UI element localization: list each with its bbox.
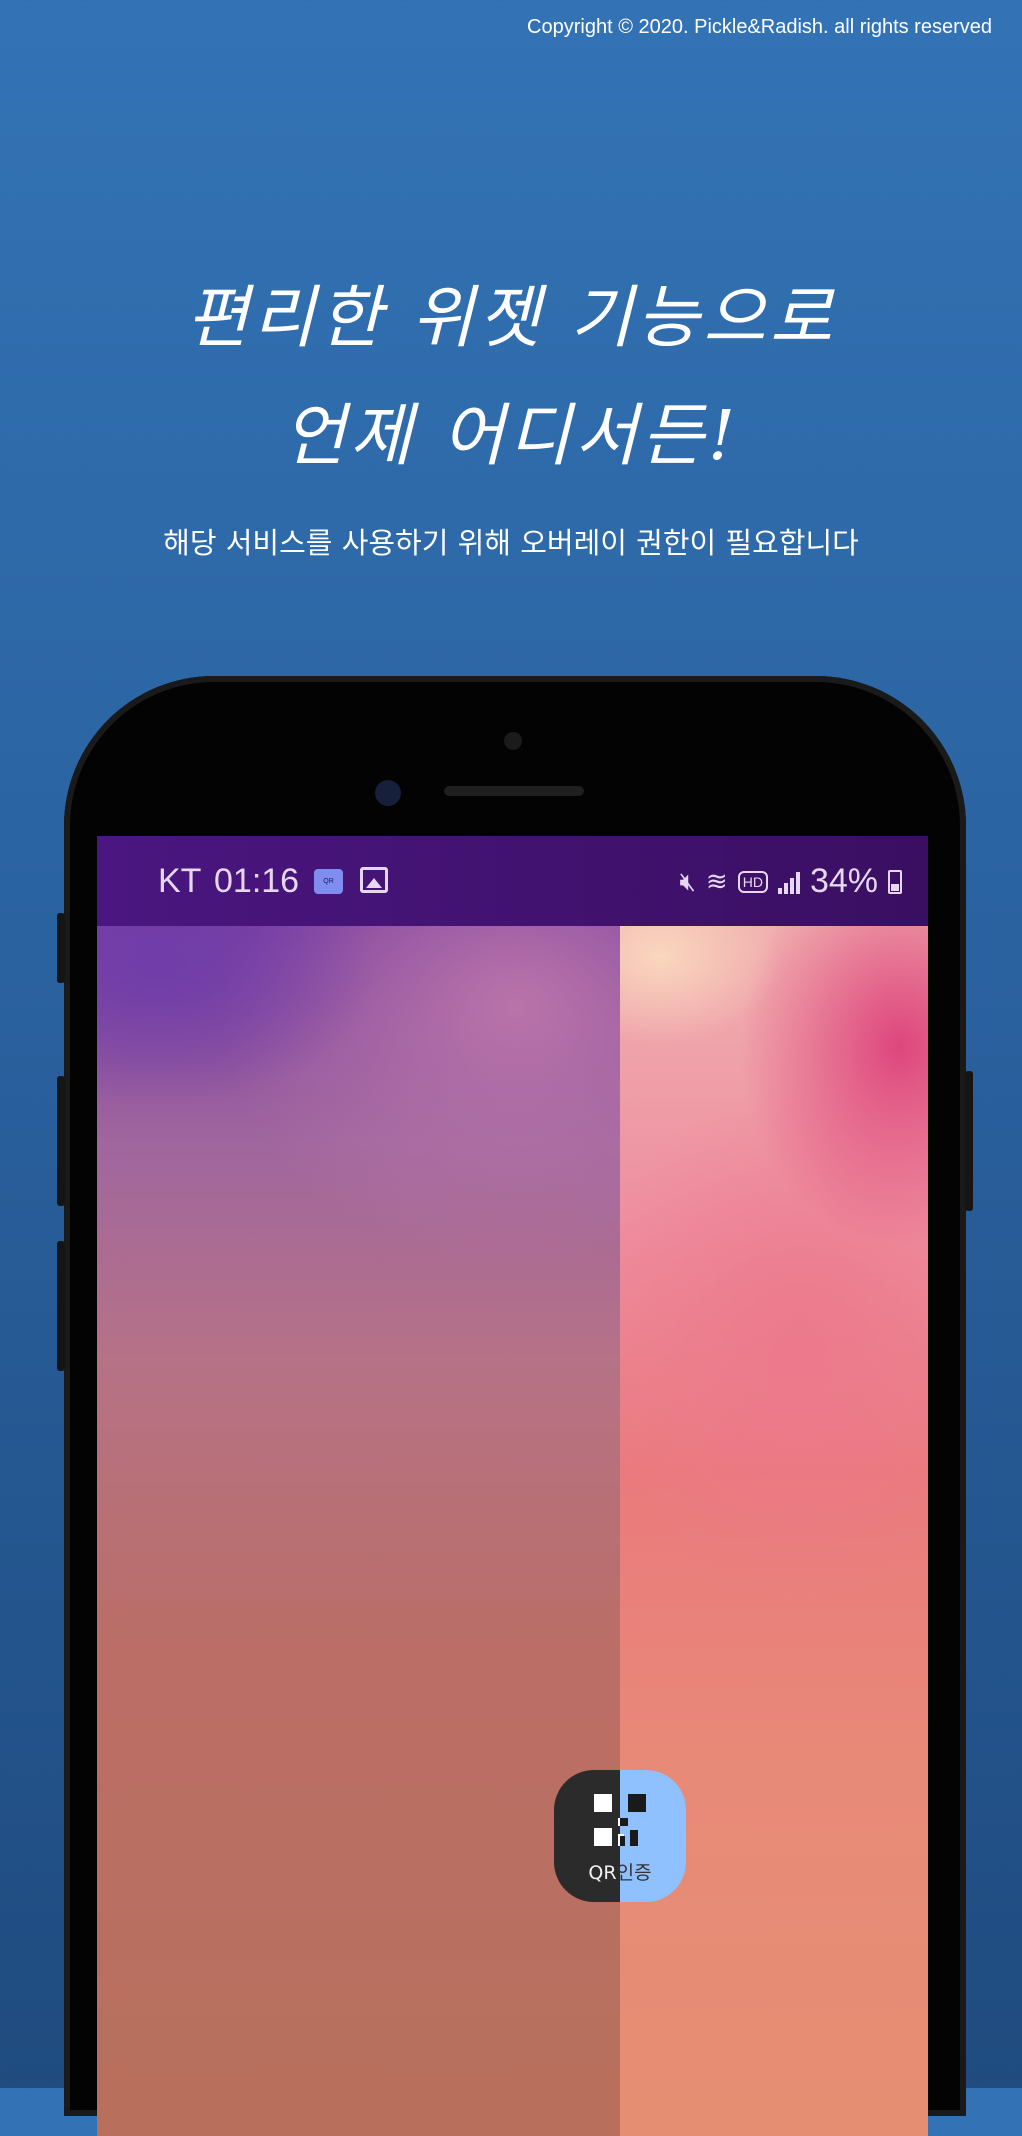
mute-icon: 🔇︎ — [679, 865, 696, 896]
qr-icon: QR — [314, 869, 343, 894]
headline: 편리한 위젯 기능으로 언제 어디서든! — [0, 260, 1022, 496]
status-bar: KT 01:16 QR 🔇︎ ≋ HD 34% — [97, 836, 928, 926]
wifi-icon: ≋ — [705, 866, 728, 896]
battery-level: 34% — [809, 862, 878, 900]
headline-line-2: 언제 어디서든! — [282, 397, 740, 476]
headline-line-1: 편리한 위젯 기능으로 — [185, 279, 837, 358]
phone-speaker — [444, 786, 584, 796]
copyright-text: Copyright © 2020. Pickle&Radish. all rig… — [527, 16, 992, 38]
phone-camera — [504, 732, 522, 750]
hd-icon: HD — [737, 870, 768, 893]
phone-side-button — [57, 913, 65, 983]
signal-icon — [777, 870, 800, 894]
qr-auth-widget[interactable]: QR인증 — [554, 1770, 686, 1902]
qr-code-icon-right — [620, 1794, 646, 1846]
widget-label-left: QR — [588, 1862, 617, 1884]
phone-volume-down-button — [57, 1241, 65, 1371]
phone-sensor — [375, 780, 401, 806]
widget-label: QR인증 — [554, 1858, 686, 1885]
widget-label-right: 인증 — [616, 1862, 652, 1884]
clock: 01:16 — [214, 862, 300, 900]
battery-icon — [888, 869, 902, 894]
system-icons: 🔇︎ ≋ HD 34% — [680, 862, 902, 901]
phone-screen: KT 01:16 QR 🔇︎ ≋ HD 34% — [97, 836, 928, 2136]
phone-volume-up-button — [57, 1076, 65, 1206]
wallpaper-dimmed-half — [97, 926, 620, 2136]
permission-description: 해당 서비스를 사용하기 위해 오버레이 권한이 필요합니다 — [163, 526, 859, 560]
phone-mockup: KT 01:16 QR 🔇︎ ≋ HD 34% — [57, 676, 973, 2136]
phone-power-button — [965, 1071, 973, 1211]
carrier-label: KT — [158, 862, 202, 900]
image-icon — [360, 867, 388, 893]
wallpaper-bright-half — [620, 926, 928, 2136]
